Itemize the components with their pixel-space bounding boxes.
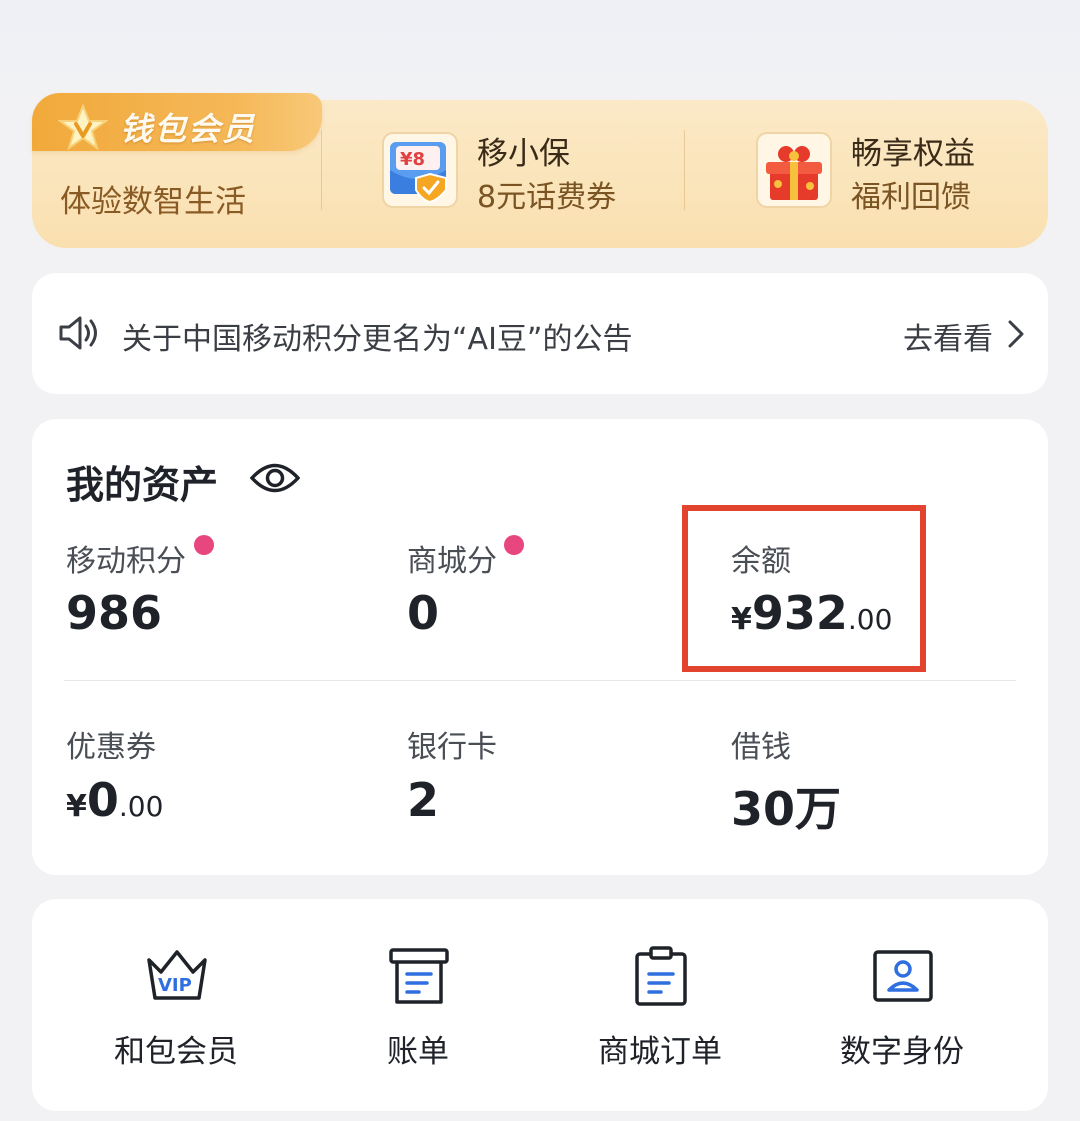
notification-dot <box>194 535 214 555</box>
asset-value: 30万 <box>731 782 842 836</box>
assets-divider <box>64 680 1016 681</box>
perk-title: 畅享权益 <box>851 136 975 172</box>
notification-dot <box>504 535 524 555</box>
id-card-icon <box>873 950 933 1002</box>
coupon-value: ¥0.00 <box>66 773 163 827</box>
coupon-decimal: .00 <box>118 790 164 823</box>
shortcut-label: 数字身份 <box>840 1034 964 1070</box>
star-icon <box>58 104 108 150</box>
svg-text:¥8: ¥8 <box>400 149 425 170</box>
wallet-member-subtitle: 体验数智生活 <box>60 184 246 220</box>
asset-value: 986 <box>66 586 163 640</box>
chevron-right-icon[interactable] <box>1006 318 1026 350</box>
speaker-icon <box>59 316 97 350</box>
svg-text:VIP: VIP <box>158 975 192 996</box>
perk-title: 移小保 <box>477 136 570 172</box>
asset-label: 借钱 <box>731 730 791 765</box>
wallet-member-label: 钱包会员 <box>120 110 257 148</box>
my-assets-title: 我的资产 <box>66 463 219 507</box>
asset-label: 移动积分 <box>66 544 186 579</box>
perk-subtitle: 福利回馈 <box>851 180 971 215</box>
asset-label: 优惠券 <box>66 730 156 765</box>
coupon-shield-icon: ¥8 <box>382 132 458 208</box>
shortcut-label: 账单 <box>387 1034 449 1070</box>
highlight-box <box>682 505 926 672</box>
gift-box-icon <box>756 132 832 208</box>
perk-subtitle: 8元话费券 <box>477 180 617 215</box>
banner-divider <box>321 130 322 210</box>
order-clipboard-icon <box>635 946 687 1006</box>
bill-icon <box>389 948 449 1004</box>
vip-crown-icon: VIP <box>147 950 207 1000</box>
asset-label: 银行卡 <box>407 730 497 765</box>
asset-value: 0 <box>407 586 440 640</box>
coupon-integer: 0 <box>86 773 119 827</box>
currency-symbol: ¥ <box>66 789 87 824</box>
go-see-link[interactable]: 去看看 <box>903 314 993 358</box>
shortcut-label: 商城订单 <box>598 1034 722 1070</box>
asset-value: 2 <box>407 773 440 827</box>
announcement-text: 关于中国移动积分更名为“AI豆”的公告 <box>122 322 633 357</box>
shortcut-label: 和包会员 <box>114 1034 238 1070</box>
banner-divider <box>684 130 685 210</box>
asset-label: 商城分 <box>407 544 497 579</box>
eye-icon[interactable] <box>250 459 300 497</box>
